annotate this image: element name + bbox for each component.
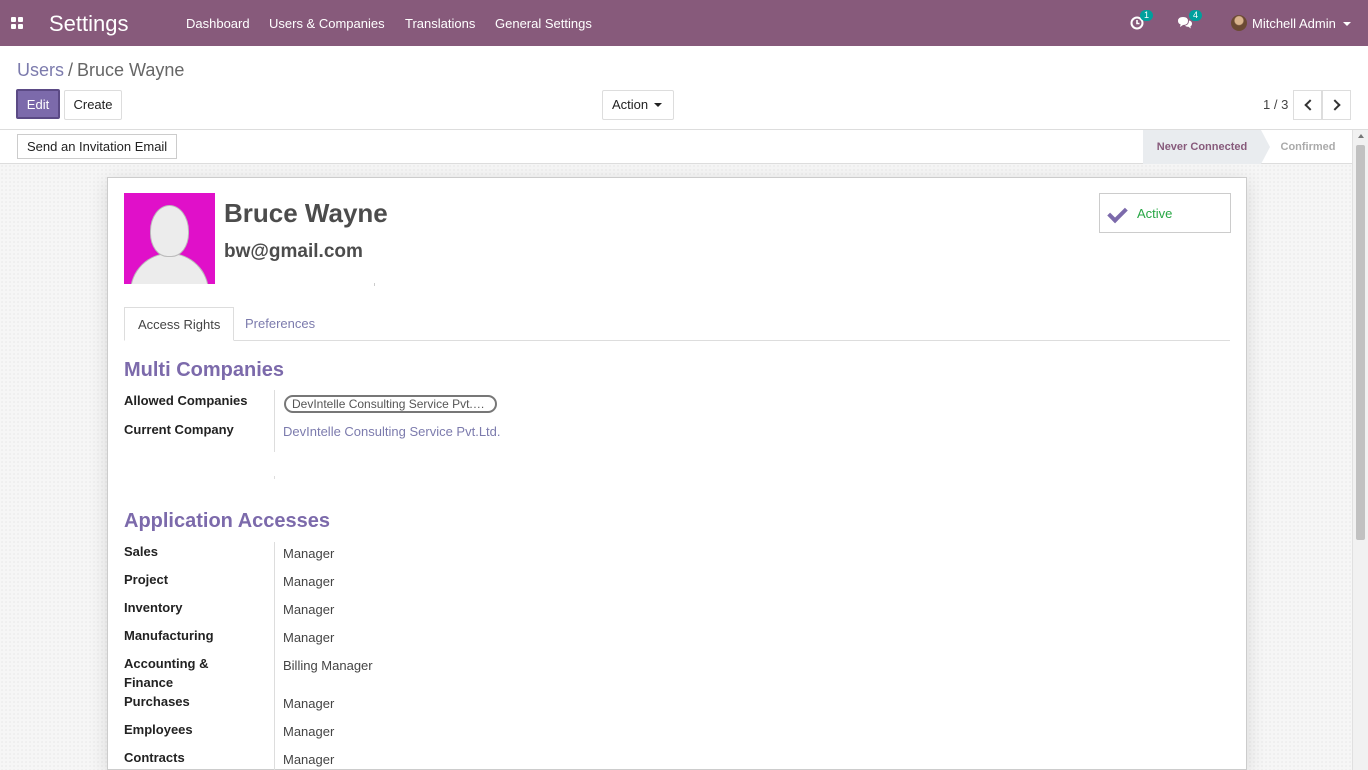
tab-access-rights[interactable]: Access Rights [124,307,235,341]
pager-value[interactable]: 1 / 3 [1263,97,1288,112]
pager-next-button[interactable] [1322,90,1351,120]
access-value-manufacturing[interactable]: Manager [283,628,334,647]
placeholder-avatar-body [130,253,209,284]
user-name-title: Bruce Wayne [224,198,388,228]
access-label-manufacturing: Manufacturing [124,628,214,643]
activity-count-badge: 1 [1140,10,1154,21]
action-label: Action [612,97,649,112]
field-divider [274,476,275,479]
access-label-contracts: Contracts [124,750,185,765]
vertical-scrollbar[interactable] [1352,130,1368,770]
menu-item-dashboard[interactable]: Dashboard [186,16,250,31]
active-toggle-button[interactable]: Active [1099,193,1231,233]
section-title-application-accesses: Application Accesses [124,510,331,532]
field-divider [274,542,275,770]
menu-item-translations[interactable]: Translations [405,16,475,31]
field-divider [274,390,275,452]
pager-previous-button[interactable] [1293,90,1322,120]
access-value-purchases[interactable]: Manager [283,694,334,713]
allowed-companies-label: Allowed Companies [124,393,248,408]
menu-item-general-settings[interactable]: General Settings [495,16,592,31]
action-dropdown[interactable]: Action [602,90,674,120]
app-title: Settings [49,11,129,36]
user-login-email: bw@gmail.com [224,241,363,262]
top-navbar: Settings Dashboard Users & Companies Tra… [0,0,1368,46]
section-title-multi-companies: Multi Companies [124,359,285,381]
apps-menu-icon[interactable] [11,17,23,29]
menu-item-users-companies[interactable]: Users & Companies [269,16,385,31]
breadcrumb: Users / Bruce Wayne [17,60,184,81]
access-value-contracts[interactable]: Manager [283,750,334,769]
stage-never-connected[interactable]: Never Connected [1143,130,1270,164]
messaging-menu[interactable]: 4 [1177,10,1205,34]
access-label-employees: Employees [124,722,193,737]
access-value-employees[interactable]: Manager [283,722,334,741]
control-panel: Users / Bruce Wayne Edit Create Action 1 /… [0,46,1368,130]
access-label-purchases: Purchases [124,694,190,709]
chevron-right-icon [1329,99,1341,111]
divider [374,283,375,286]
access-label-inventory: Inventory [124,600,183,615]
message-count-badge: 4 [1189,10,1203,21]
access-label-accounting-finance: Accounting & Finance [124,656,209,690]
edit-button[interactable]: Edit [16,89,60,119]
access-value-accounting-finance[interactable]: Billing Manager [283,656,373,675]
check-icon [1107,202,1128,224]
placeholder-avatar-head [150,205,189,257]
access-value-project[interactable]: Manager [283,572,334,591]
form-statusbar: Send an Invitation Email Never Connected… [0,130,1352,164]
active-label: Active [1137,206,1173,221]
user-avatar [1231,15,1247,31]
tab-preferences[interactable]: Preferences [232,307,328,341]
current-company-label: Current Company [124,422,234,437]
breadcrumb-separator: / [68,60,74,80]
create-button[interactable]: Create [64,90,122,120]
chevron-left-icon [1304,99,1316,111]
breadcrumb-users-link[interactable]: Users [17,60,64,80]
allowed-company-tag[interactable]: DevIntelle Consulting Service Pvt.L... [284,395,497,413]
access-label-sales: Sales [124,544,158,559]
access-value-inventory[interactable]: Manager [283,600,334,619]
caret-down-icon [654,103,663,107]
caret-down-icon [1343,22,1351,26]
scrollbar-thumb[interactable] [1356,145,1365,540]
current-company-link[interactable]: DevIntelle Consulting Service Pvt.Ltd. [283,424,501,439]
notebook-tabs: Access Rights Preferences [124,307,1230,341]
access-label-project: Project [124,572,169,587]
form-sheet: Bruce Wayne bw@gmail.com Active Access R… [107,177,1247,770]
send-invitation-email-button[interactable]: Send an Invitation Email [17,134,178,159]
user-name: Mitchell Admin [1252,16,1336,31]
breadcrumb-current: Bruce Wayne [77,60,185,80]
stage-confirmed[interactable]: Confirmed [1268,130,1348,164]
user-photo[interactable] [124,193,215,284]
access-value-sales[interactable]: Manager [283,544,334,563]
scroll-up-arrow-icon[interactable] [1358,134,1364,138]
activity-menu[interactable]: 1 [1130,10,1154,34]
